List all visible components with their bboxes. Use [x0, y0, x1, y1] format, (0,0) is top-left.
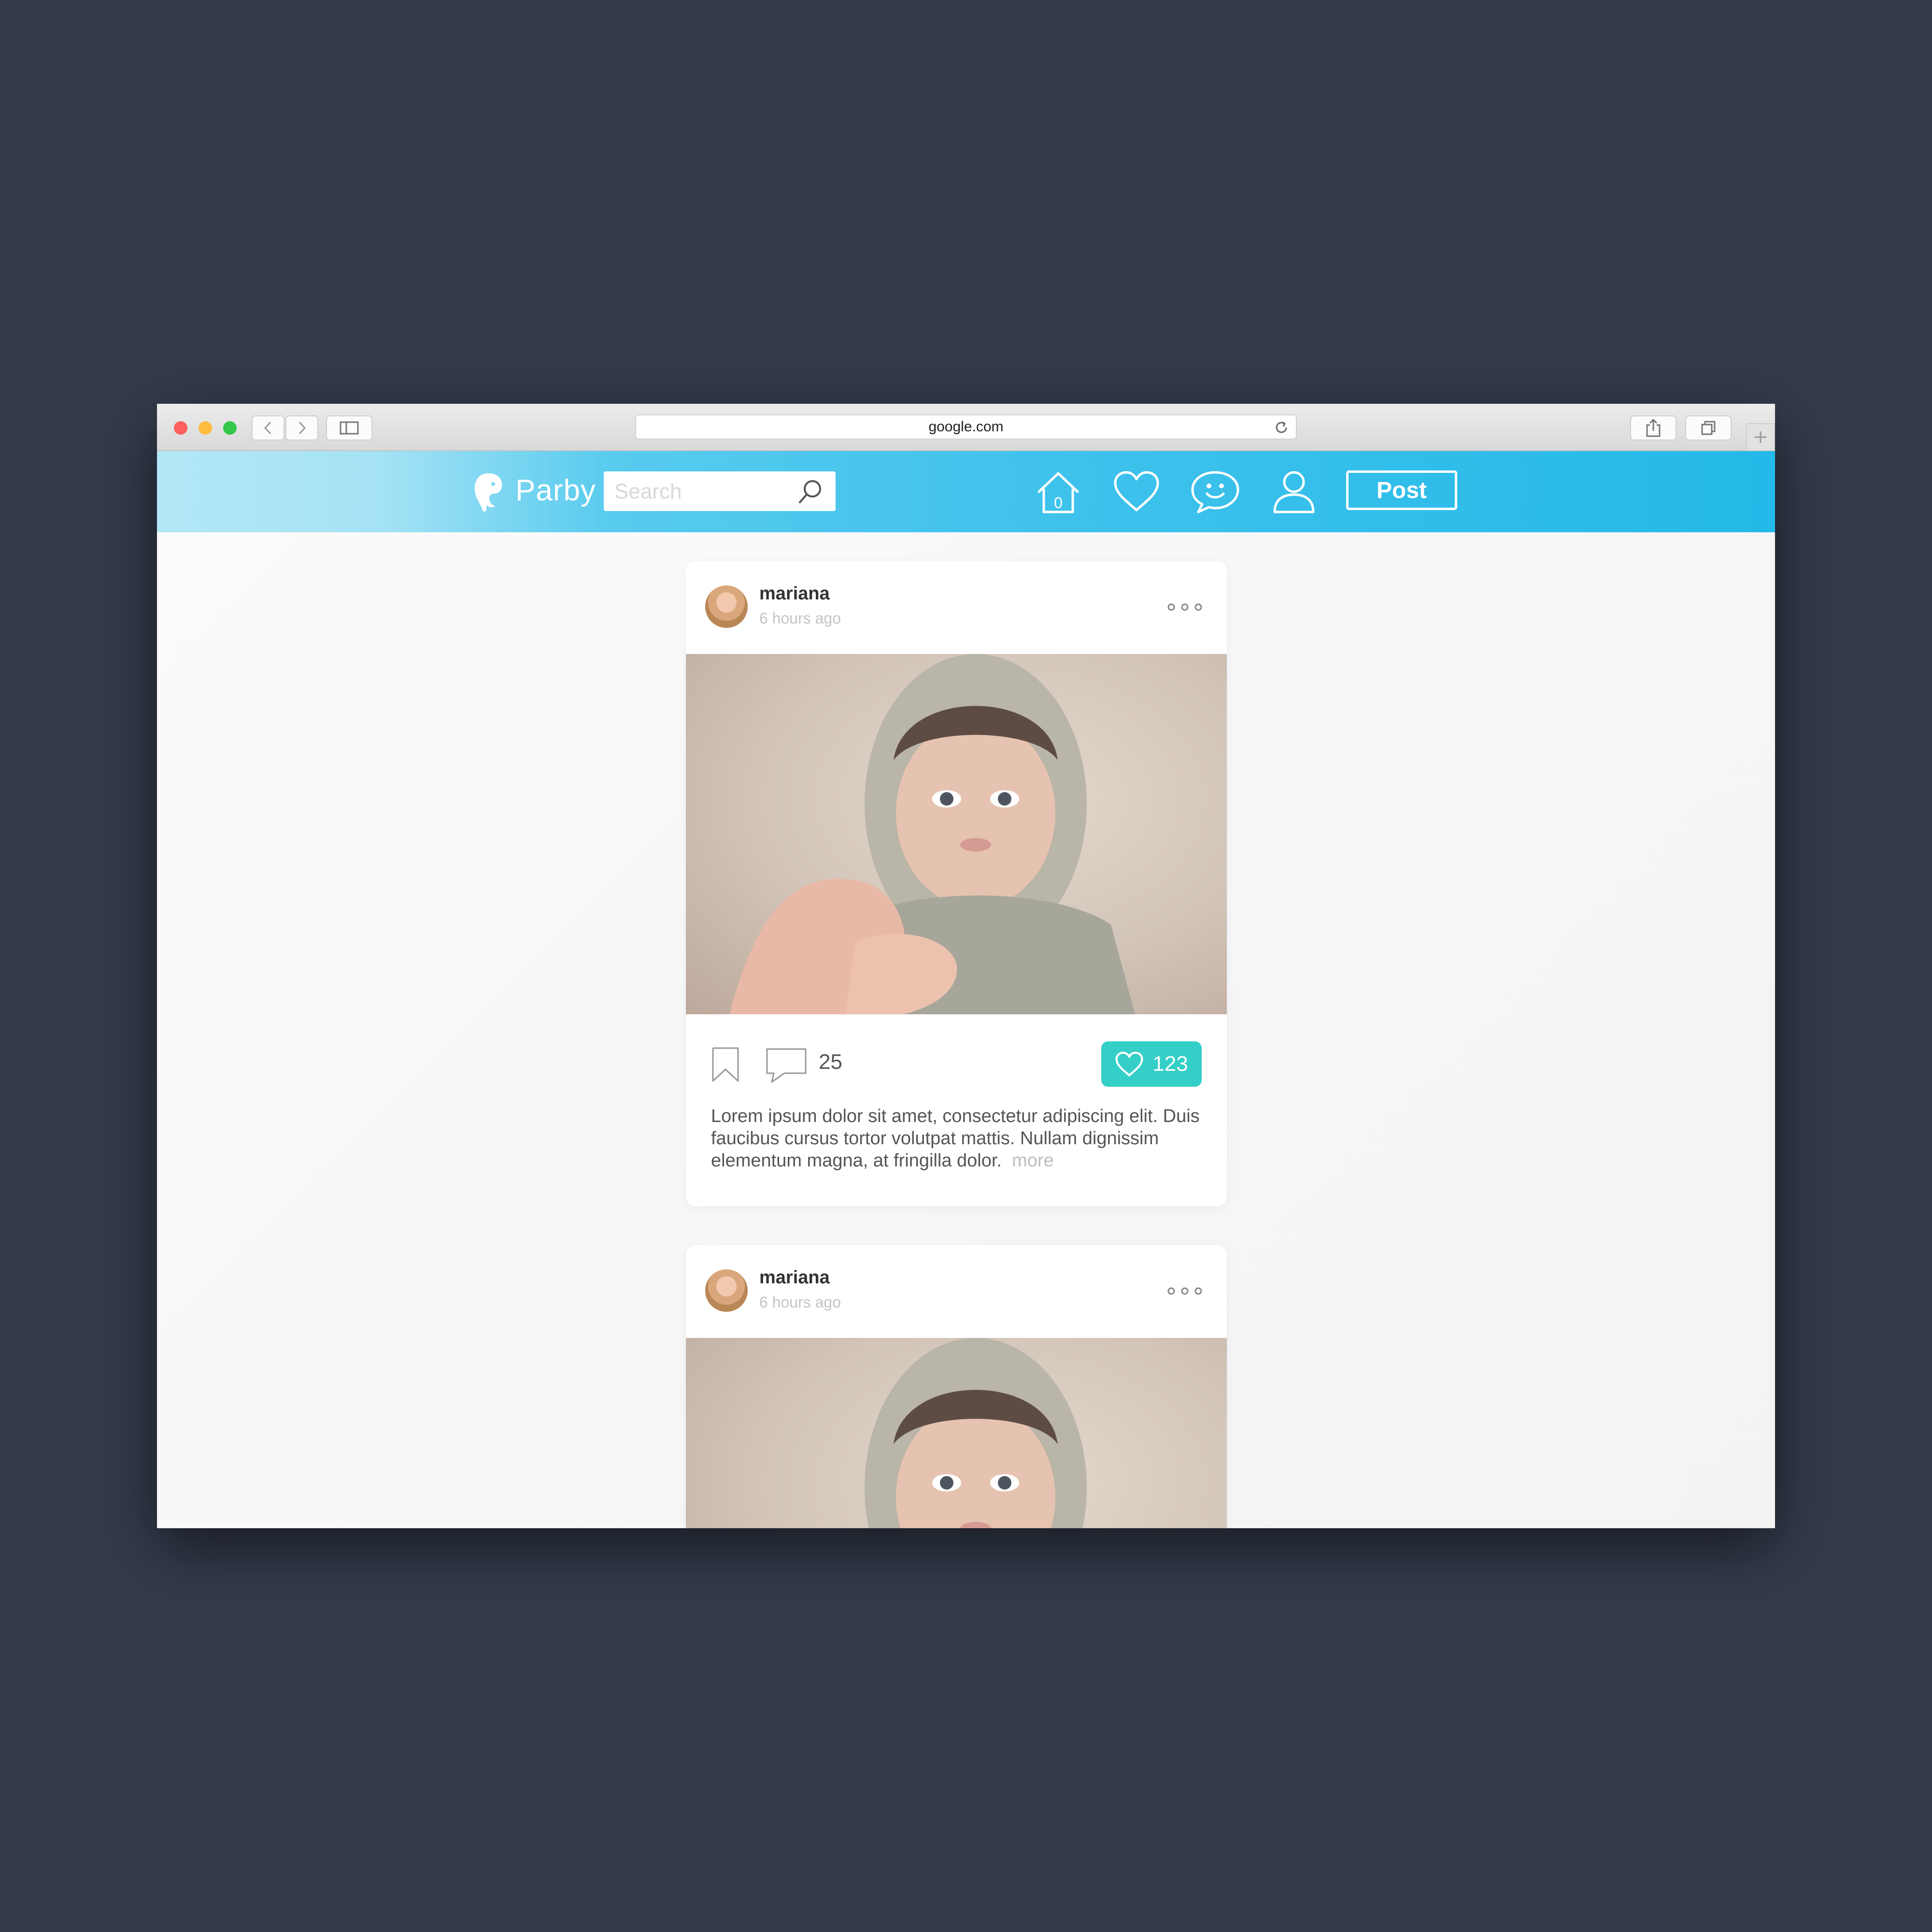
avatar[interactable] — [705, 1269, 748, 1312]
more-options-icon[interactable] — [1167, 603, 1203, 611]
share-icon — [1646, 418, 1661, 437]
tabs-overview-button[interactable] — [1685, 415, 1732, 440]
close-window-button[interactable] — [174, 421, 187, 435]
home-nav-button[interactable]: 0 — [1035, 469, 1081, 518]
search-box — [604, 471, 836, 511]
avatar[interactable] — [705, 585, 748, 628]
post-photo[interactable] — [686, 654, 1227, 1014]
sidebar-toggle-button[interactable] — [326, 415, 372, 440]
brand-name[interactable]: Parby — [515, 471, 596, 510]
chevron-left-icon — [264, 421, 271, 435]
post-card: mariana 6 hours ago — [686, 1245, 1227, 1528]
bookmark-icon[interactable] — [711, 1046, 740, 1083]
post-username[interactable]: mariana — [759, 583, 830, 604]
post-photo[interactable] — [686, 1338, 1227, 1528]
post-caption: Lorem ipsum dolor sit amet, consectetur … — [711, 1105, 1204, 1172]
app-navbar: Parby 0 Post — [157, 451, 1775, 532]
more-link[interactable]: more — [1012, 1151, 1054, 1171]
minimize-window-button[interactable] — [199, 421, 212, 435]
plus-icon — [1755, 431, 1766, 443]
more-options-icon[interactable] — [1167, 1287, 1203, 1295]
post-username[interactable]: mariana — [759, 1267, 830, 1288]
sidebar-icon — [340, 421, 359, 435]
likes-nav-button[interactable] — [1112, 469, 1161, 515]
baby-photo-image — [729, 654, 1135, 1014]
post-timestamp: 6 hours ago — [759, 1293, 841, 1311]
chat-smile-icon — [1191, 471, 1239, 513]
elephant-logo-icon[interactable] — [471, 471, 506, 513]
chevron-right-icon — [298, 421, 306, 435]
user-icon — [1273, 471, 1315, 513]
back-button[interactable] — [252, 415, 284, 440]
search-icon[interactable] — [796, 477, 825, 506]
post-header: mariana 6 hours ago — [686, 1245, 1227, 1338]
baby-photo-image — [865, 1338, 1087, 1528]
post-header: mariana 6 hours ago — [686, 561, 1227, 654]
profile-nav-button[interactable] — [1270, 469, 1318, 516]
comment-count: 25 — [819, 1050, 842, 1074]
post-card: mariana 6 hours ago — [686, 561, 1227, 1207]
share-button[interactable] — [1630, 415, 1676, 440]
url-text: google.com — [928, 419, 1004, 435]
tabs-icon — [1701, 421, 1716, 435]
post-timestamp: 6 hours ago — [759, 610, 841, 627]
messages-nav-button[interactable] — [1190, 469, 1241, 516]
like-button[interactable]: 123 — [1101, 1041, 1202, 1087]
zoom-window-button[interactable] — [223, 421, 237, 435]
post-actions: 25 123 Lorem ipsum dolor sit amet, conse… — [686, 1014, 1227, 1171]
post-button[interactable]: Post — [1346, 470, 1457, 510]
forward-button[interactable] — [285, 415, 318, 440]
caption-text: Lorem ipsum dolor sit amet, consectetur … — [711, 1106, 1200, 1171]
browser-window: google.com Parby 0 — [157, 404, 1775, 1528]
like-count: 123 — [1152, 1052, 1188, 1076]
search-input[interactable] — [613, 476, 789, 507]
feed: mariana 6 hours ago 25 123 Lorem ipsum d… — [157, 532, 1775, 1528]
new-tab-button[interactable] — [1746, 423, 1775, 451]
heart-icon — [1115, 1051, 1143, 1077]
browser-toolbar: google.com — [157, 404, 1775, 451]
home-icon: 0 — [1037, 472, 1079, 513]
address-bar[interactable]: google.com — [635, 414, 1297, 440]
heart-icon — [1114, 471, 1159, 511]
home-badge: 0 — [1054, 494, 1063, 511]
comment-icon[interactable] — [765, 1047, 808, 1084]
reload-icon[interactable] — [1274, 420, 1289, 435]
